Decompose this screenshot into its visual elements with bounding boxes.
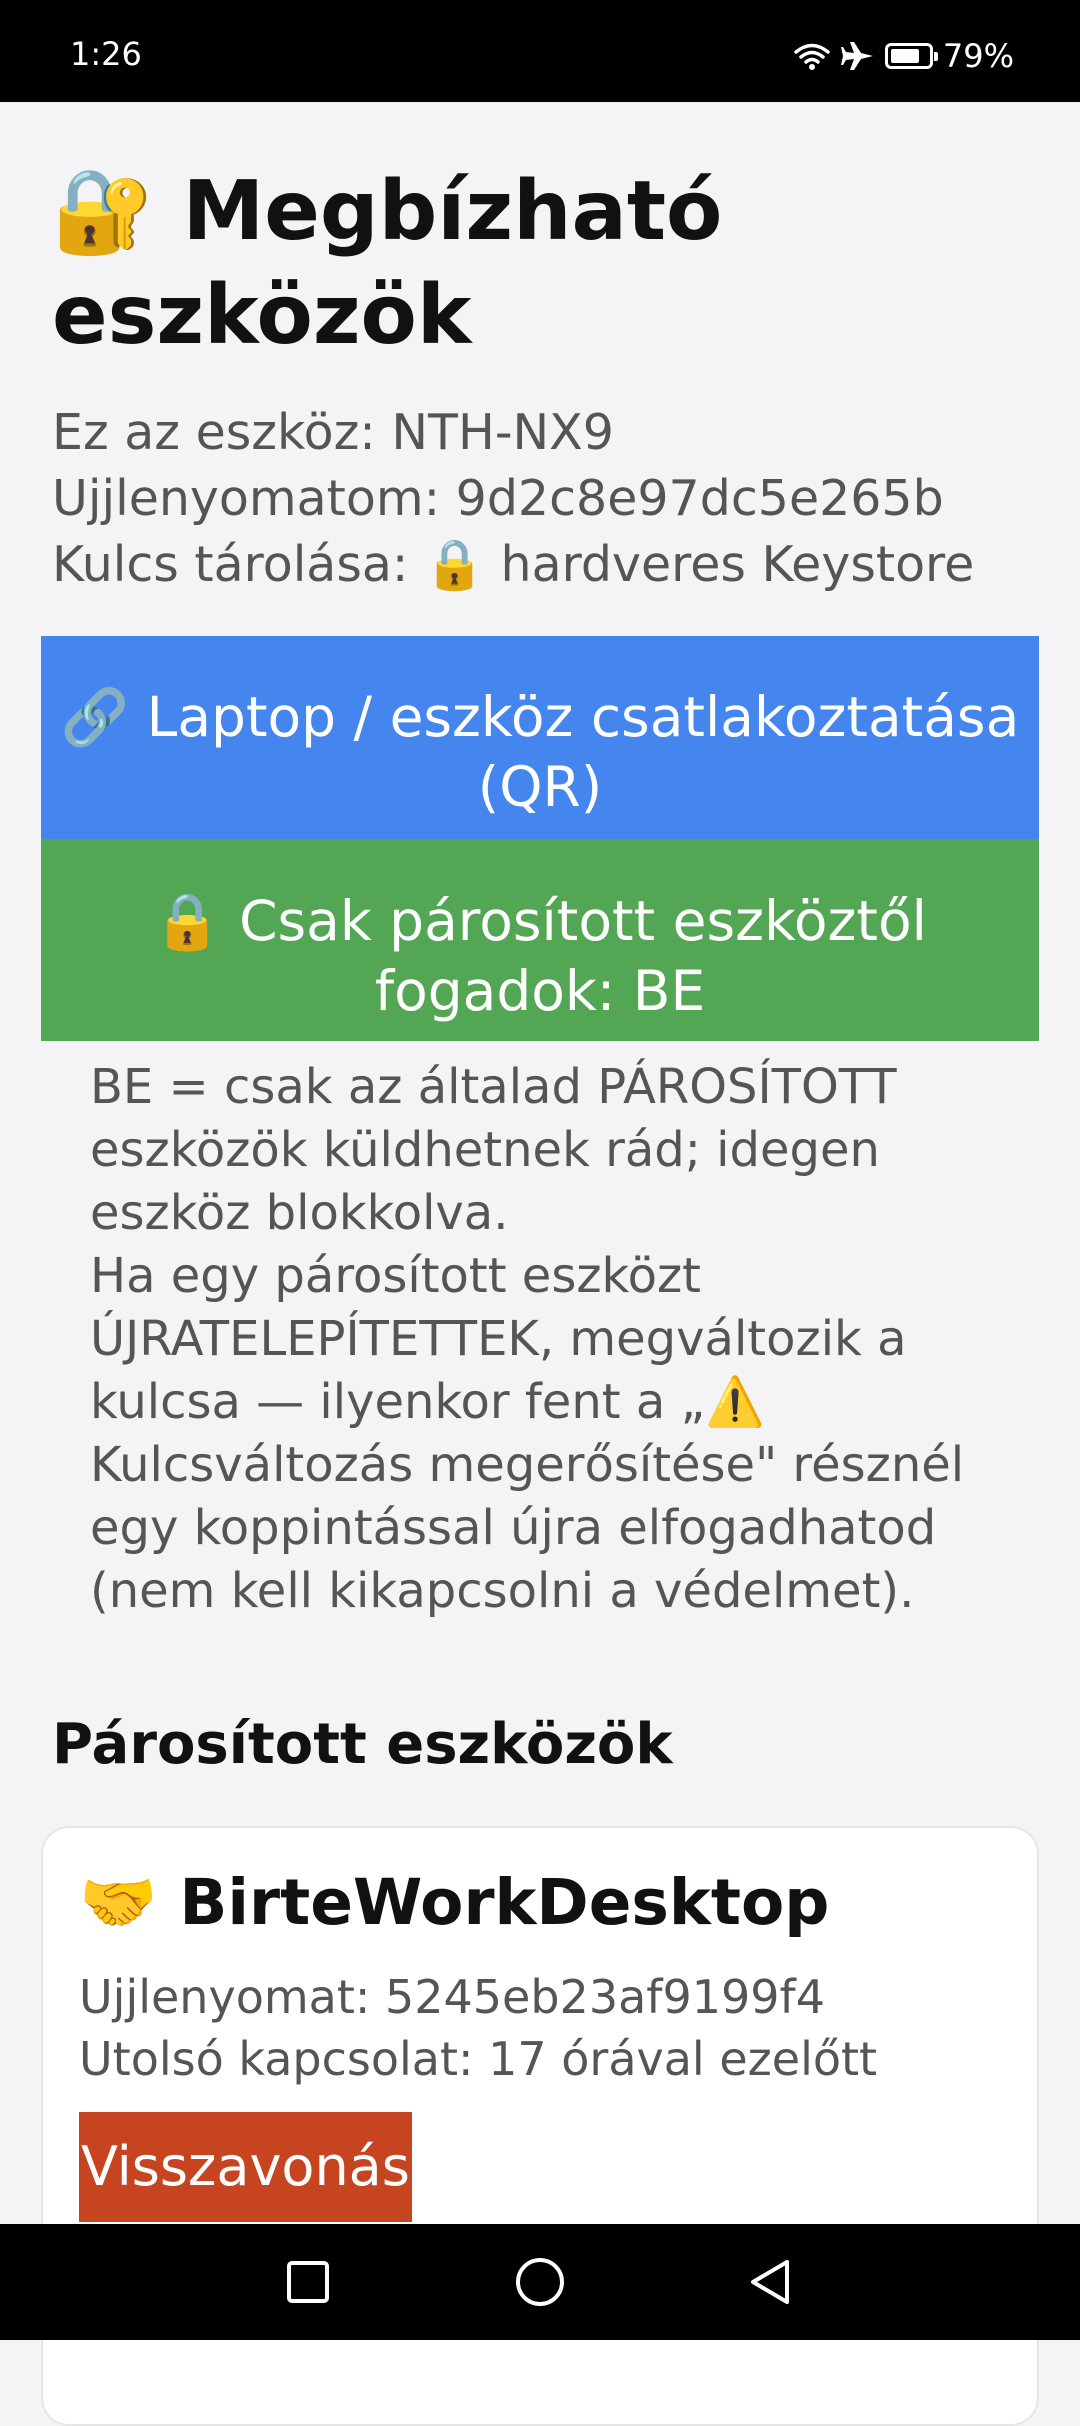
battery-level (890, 49, 919, 63)
navigation-bar (0, 2224, 1080, 2340)
handshake-icon: 🤝 (79, 1866, 158, 1939)
device-name-line: Ez az eszköz: NTH-NX9 (52, 404, 614, 461)
battery-icon (884, 43, 938, 69)
key-storage-line: Kulcs tárolása: 🔒 hardveres Keystore (52, 536, 975, 593)
explanation-paragraph-2: Ha egy párosított eszközt ÚJRATELEPÍTETT… (90, 1248, 965, 1619)
paired-devices-title: Párosított eszközök (52, 1712, 673, 1777)
explanation-paragraph-1: BE = csak az általad PÁROSÍTOTT eszközök… (90, 1059, 897, 1241)
paired-only-toggle-button[interactable]: 🔒 Csak párosított eszköztől fogadok: BE (41, 839, 1039, 1041)
battery-percent: 79% (942, 37, 1014, 75)
status-bar: 1:26 79% (0, 0, 1080, 102)
revoke-button[interactable]: Visszavonás (79, 2112, 412, 2222)
airplane-icon (840, 41, 875, 71)
paired-device-fingerprint: Ujjlenyomat: 5245eb23af9199f4 (79, 1970, 825, 2024)
own-fingerprint-line: Ujjlenyomatom: 9d2c8e97dc5e265b (52, 470, 944, 527)
wifi-icon (793, 41, 831, 71)
lock-key-icon: 🔐 (52, 164, 155, 259)
paired-device-last-seen: Utolsó kapcsolat: 17 órával ezelőtt (79, 2032, 878, 2086)
nav-home-icon[interactable] (480, 2224, 600, 2340)
paired-device-name-row: 🤝 BirteWorkDesktop (79, 1858, 829, 1948)
protection-explanation: BE = csak az általad PÁROSÍTOTT eszközök… (90, 1056, 1020, 1623)
device-info: Ez az eszköz: NTH-NX9 Ujjlenyomatom: 9d2… (52, 400, 1042, 598)
page-title: 🔐 Megbízható eszközök (52, 160, 1032, 368)
status-icons: 79% (793, 40, 1014, 72)
paired-device-meta: Ujjlenyomat: 5245eb23af9199f4 Utolsó kap… (79, 1966, 877, 2090)
nav-back-icon[interactable] (710, 2224, 830, 2340)
connect-device-qr-button[interactable]: 🔗 Laptop / eszköz csatlakoztatása (QR) (41, 636, 1039, 839)
status-time: 1:26 (70, 35, 142, 73)
paired-device-name: BirteWorkDesktop (179, 1866, 830, 1939)
nav-recents-icon[interactable] (248, 2224, 368, 2340)
